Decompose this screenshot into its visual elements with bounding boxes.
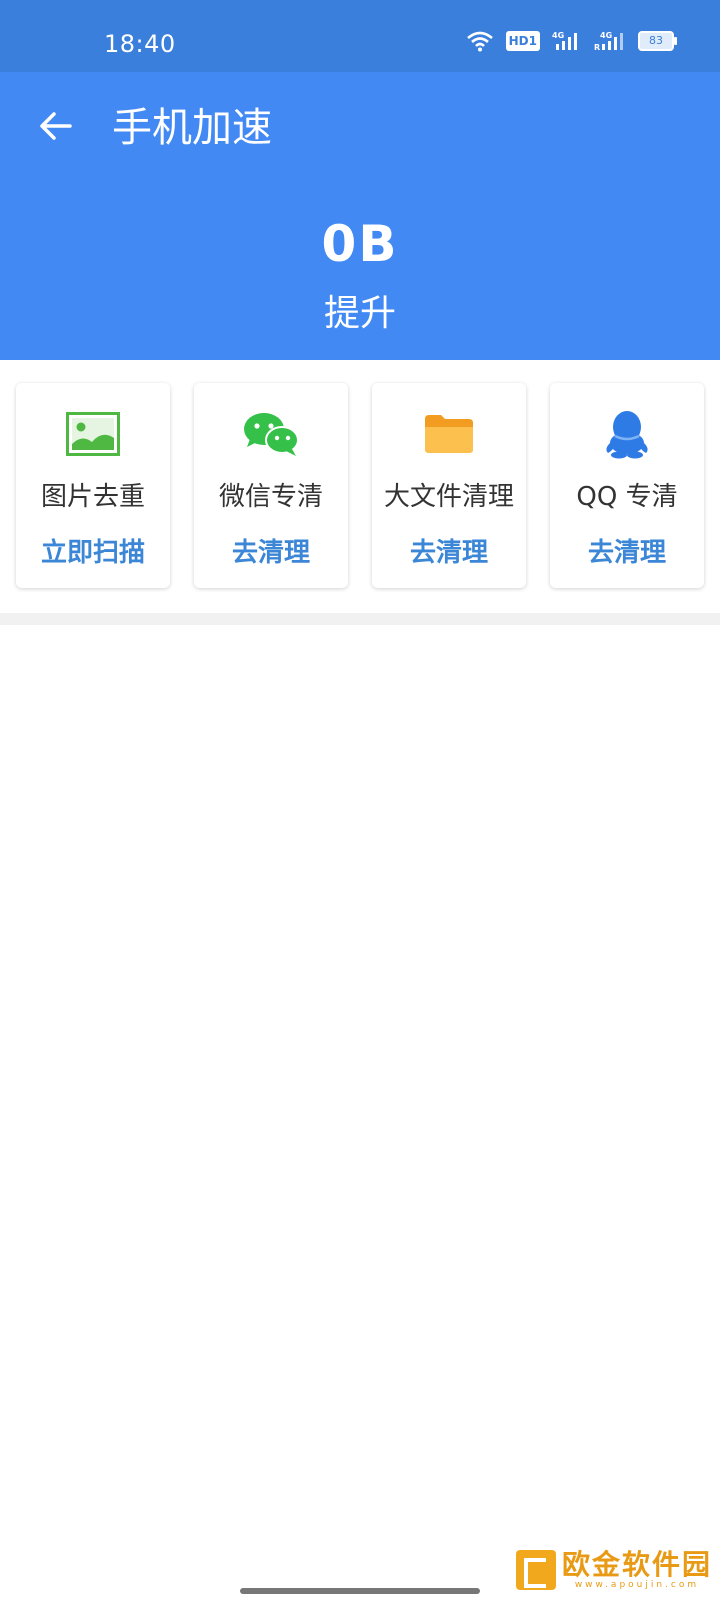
app-header: 手机加速 0B 提升: [0, 72, 720, 360]
wifi-icon: [466, 30, 494, 52]
home-indicator[interactable]: [240, 1588, 480, 1594]
watermark-logo-icon: [515, 1550, 556, 1590]
watermark: 欧金软件园 www.apoujin.com: [515, 1548, 712, 1591]
wechat-icon: [194, 409, 348, 459]
card-large-file-clean[interactable]: 大文件清理 去清理: [372, 383, 526, 588]
scan-now-link[interactable]: 立即扫描: [16, 537, 170, 569]
status-time: 18:40: [104, 30, 176, 58]
go-clean-link[interactable]: 去清理: [372, 537, 526, 569]
signal-4g-roaming-icon: 4G R: [594, 30, 626, 52]
watermark-en: www.apoujin.com: [574, 1580, 700, 1590]
arrow-left-icon: [38, 110, 74, 146]
svg-text:4G: 4G: [600, 31, 612, 40]
watermark-cn: 欧金软件园: [561, 1548, 712, 1581]
back-button[interactable]: [28, 100, 84, 156]
svg-text:4G: 4G: [552, 31, 564, 40]
card-qq-clean[interactable]: QQ 专清 去清理: [550, 383, 704, 588]
card-title: 图片去重: [40, 482, 145, 512]
battery-icon: 83: [638, 31, 677, 51]
card-image-dedupe[interactable]: 图片去重 立即扫描: [16, 383, 170, 588]
clean-tools-row: 图片去重 立即扫描 微信专清 去清理 大文件清理 去清理 QQ 专清 去清理: [16, 383, 704, 588]
card-title: 大文件清理: [383, 482, 514, 512]
watermark-text: 欧金软件园 www.apoujin.com: [561, 1548, 712, 1591]
signal-4g-icon: 4G: [552, 30, 582, 52]
card-title: QQ 专清: [576, 482, 678, 512]
section-divider: [0, 613, 720, 625]
image-icon: [16, 409, 170, 459]
card-title: 微信专清: [218, 482, 323, 512]
go-clean-link[interactable]: 去清理: [194, 537, 348, 569]
hd-icon: HD1: [505, 31, 540, 51]
go-clean-link[interactable]: 去清理: [550, 537, 704, 569]
svg-text:R: R: [594, 43, 600, 52]
status-icons: HD1 4G 4G R 83: [466, 30, 677, 52]
card-wechat-clean[interactable]: 微信专清 去清理: [194, 383, 348, 588]
freed-size-subtitle: 提升: [323, 293, 396, 334]
folder-icon: [372, 409, 526, 459]
qq-icon: [550, 409, 704, 459]
page-title: 手机加速: [112, 105, 272, 151]
freed-size-value: 0B: [321, 215, 399, 273]
status-bar: 18:40 HD1 4G 4G R 83: [0, 0, 720, 72]
